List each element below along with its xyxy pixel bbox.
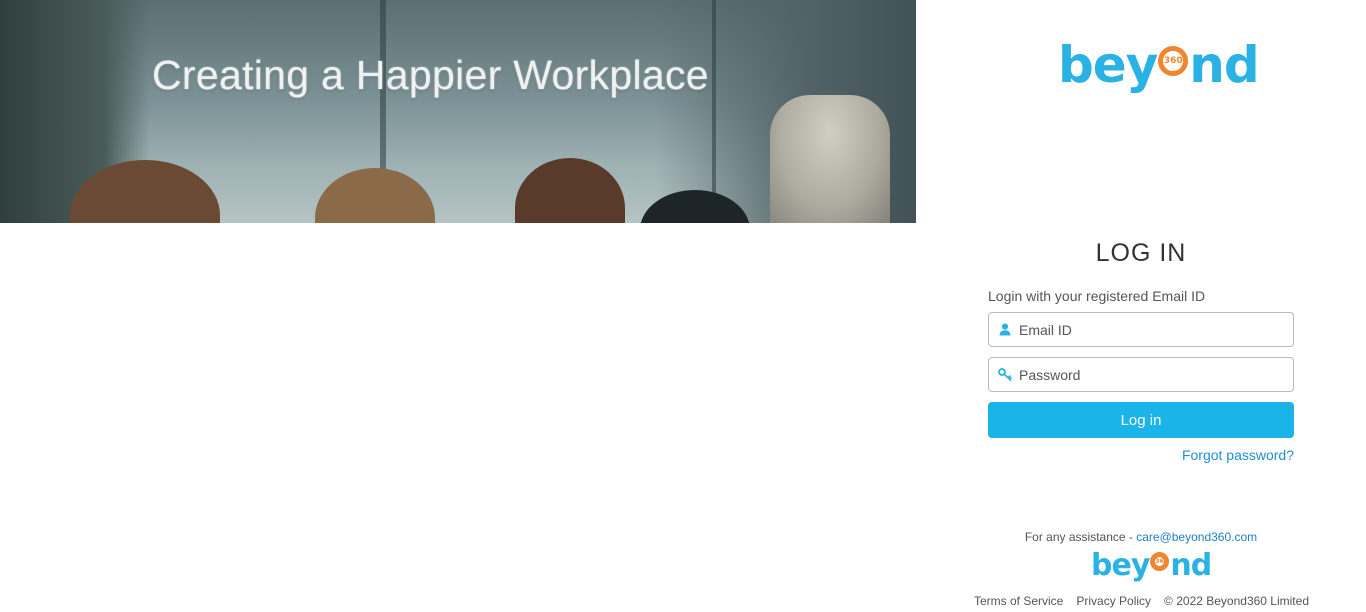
forgot-password-link[interactable]: Forgot password? [1182, 447, 1294, 463]
copyright-text: © 2022 Beyond360 Limited [1164, 594, 1309, 608]
hero-lamp [770, 95, 890, 223]
hero-title: Creating a Happier Workplace [152, 52, 709, 98]
assistance-line: For any assistance - care@beyond360.com [916, 530, 1366, 544]
login-button[interactable]: Log in [988, 402, 1294, 438]
hero-person [315, 168, 435, 223]
footer-logo: bey 360nd [1091, 548, 1212, 583]
logo-360-text: 360 [1155, 557, 1168, 565]
assistance-label: For any assistance - [1024, 530, 1137, 544]
support-email-link[interactable]: care@beyond360.com [1136, 530, 1257, 544]
password-input[interactable] [1019, 366, 1279, 383]
password-field[interactable] [988, 357, 1294, 392]
login-column: bey 360nd LOG IN Login with your register… [916, 0, 1366, 612]
logo-text-start: bey [1091, 548, 1150, 583]
privacy-policy-link[interactable]: Privacy Policy [1076, 594, 1151, 608]
logo-o-mark: 360 [1157, 38, 1189, 92]
logo-o-mark: 360 [1149, 550, 1170, 582]
brand-logo: bey 360 nd [1058, 36, 1260, 94]
email-field[interactable] [988, 312, 1294, 347]
terms-of-service-link[interactable]: Terms of Service [974, 594, 1063, 608]
key-icon [989, 368, 1019, 381]
login-title: LOG IN [1095, 239, 1187, 267]
footer-links: Terms of Service Privacy Policy © 2022 B… [974, 594, 1309, 608]
logo-360-text: 360 [1163, 56, 1183, 66]
email-input[interactable] [1019, 321, 1279, 338]
logo-text-end: nd [1170, 548, 1212, 583]
user-icon [989, 323, 1019, 336]
logo-text-end: nd [1189, 36, 1259, 94]
logo-text-start: bey [1058, 36, 1158, 94]
hero-banner: Creating a Happier Workplace [0, 0, 916, 223]
hero-person [515, 158, 625, 223]
login-subtitle: Login with your registered Email ID [988, 288, 1206, 304]
hero-beam [712, 0, 716, 223]
